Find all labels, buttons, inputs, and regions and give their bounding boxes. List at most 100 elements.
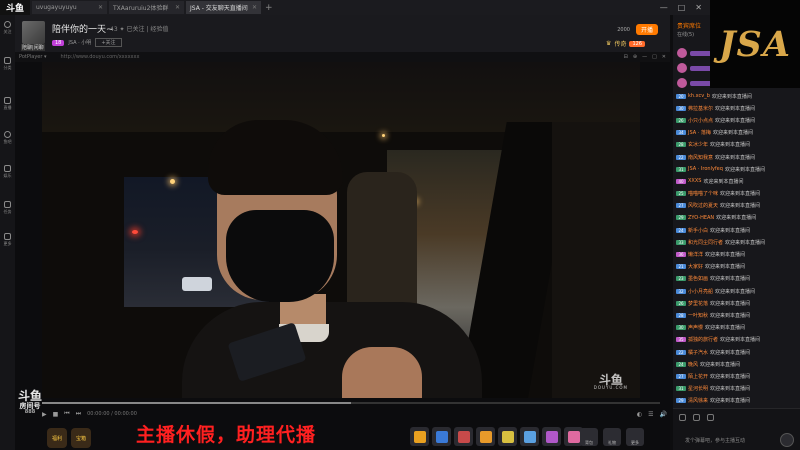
chat-input[interactable]: 发个弹幕吧，参与主播互动 <box>685 437 745 444</box>
chat-username[interactable]: 清风徐来 <box>688 397 708 404</box>
chat-message[interactable]: 30 弗拉基米尔 欢迎来到本直播间 <box>673 102 800 114</box>
chat-message[interactable]: 22 橘子汽水 欢迎来到本直播间 <box>673 346 800 358</box>
gift-item[interactable] <box>542 427 561 446</box>
chat-message[interactable]: 34 JSA · 落梅 欢迎来到本直播间 <box>673 127 800 139</box>
chat-username[interactable]: 懒洋洋 <box>688 251 703 258</box>
chat-username[interactable]: 孤独的旅行者 <box>688 336 718 343</box>
nav-fishbar[interactable]: 鱼吧 <box>0 131 15 145</box>
chat-message[interactable]: 28 玄冰少年 欢迎来到本直播间 <box>673 139 800 151</box>
gift-item[interactable] <box>476 427 495 446</box>
backpack-button[interactable]: 背包 <box>580 428 598 446</box>
chat-message[interactable]: 29 ZYO-HEAN 欢迎来到本直播间 <box>673 212 800 224</box>
chat-username[interactable]: 橘子汽水 <box>688 349 708 356</box>
chat-message[interactable]: 27 陌上花开 欢迎来到本直播间 <box>673 370 800 382</box>
nav-follow[interactable]: 关注 <box>0 21 15 35</box>
close-icon[interactable]: ✕ <box>662 54 666 60</box>
chat-username[interactable]: 陌上花开 <box>688 373 708 380</box>
more-gifts-button[interactable]: 更多 <box>626 428 644 446</box>
new-tab-button[interactable]: + <box>265 3 273 13</box>
maximize-icon[interactable]: □ <box>678 3 686 12</box>
chat-message[interactable]: 31 星河长明 欢迎来到本直播间 <box>673 383 800 395</box>
seek-bar[interactable] <box>42 402 660 404</box>
close-icon[interactable]: ✕ <box>98 4 103 11</box>
send-button[interactable] <box>780 433 794 447</box>
minimize-icon[interactable]: — <box>642 54 647 60</box>
chat-username[interactable]: 大家好 <box>688 263 703 270</box>
chat-username[interactable]: 新手小白 <box>688 227 708 234</box>
nav-category[interactable]: 分类 <box>0 57 15 71</box>
chat-message[interactable]: 24 晚风 欢迎来到本直播间 <box>673 358 800 370</box>
close-window-icon[interactable]: ✕ <box>695 3 702 12</box>
color-icon[interactable] <box>707 414 714 421</box>
chest-icon[interactable]: 宝箱 <box>71 428 91 448</box>
chat-message[interactable]: 23 墨色如画 欢迎来到本直播间 <box>673 273 800 285</box>
playlist-icon[interactable]: ☰ <box>648 411 653 418</box>
nav-more[interactable]: 更多 <box>0 233 15 247</box>
pip-icon[interactable]: ⊟ <box>624 54 628 60</box>
gift-item[interactable] <box>410 427 429 446</box>
chat-username[interactable]: 墨色如画 <box>688 275 708 282</box>
chat-username[interactable]: 南风知我意 <box>688 154 713 161</box>
chat-message[interactable]: 22 南风知我意 欢迎来到本直播间 <box>673 151 800 163</box>
chat-username[interactable]: 风吹过的夏天 <box>688 202 718 209</box>
douyu-logo[interactable]: 斗鱼 <box>0 0 30 15</box>
chat-username[interactable]: ZYO-HEAN <box>688 215 714 221</box>
chat-username[interactable]: XXXS <box>688 178 701 184</box>
avatar[interactable] <box>22 21 45 44</box>
chat-message[interactable]: 26 小只小点点 欢迎来到本直播间 <box>673 114 800 126</box>
chat-username[interactable]: 小只小点点 <box>688 117 713 124</box>
close-icon[interactable]: ✕ <box>175 4 180 11</box>
nav-live[interactable]: 直播 <box>0 97 15 111</box>
chat-username[interactable]: JSA · Ironlyfeq <box>688 166 723 172</box>
chat-message[interactable]: 20 kh.xcv_b 欢迎来到本直播间 <box>673 90 800 102</box>
prev-icon[interactable]: ⏮ <box>64 410 69 418</box>
welfare-icon[interactable]: 福利 <box>47 428 67 448</box>
follow-button[interactable]: +关注 <box>95 38 122 47</box>
tab-2[interactable]: TXAaruruiu2体验群 ✕ <box>109 1 184 14</box>
chat-username[interactable]: 星河长明 <box>688 385 708 392</box>
chat-message[interactable]: 40 XXXS 欢迎来到本直播间 <box>673 175 800 187</box>
gift-item[interactable] <box>432 427 451 446</box>
video-frame[interactable]: 斗鱼 DOUYU.COM <box>42 62 640 398</box>
chat-username[interactable]: 梦里花落 <box>688 300 708 307</box>
chat-message[interactable]: 25 喵喵喵了个咪 欢迎来到本直播间 <box>673 188 800 200</box>
chat-message[interactable]: 31 JSA · Ironlyfeq 欢迎来到本直播间 <box>673 163 800 175</box>
player-source[interactable]: PotPlayer ▾ <box>19 54 47 60</box>
gift-item[interactable] <box>454 427 473 446</box>
gift-item[interactable] <box>520 427 539 446</box>
chat-username[interactable]: 喵喵喵了个咪 <box>688 190 718 197</box>
chat-username[interactable]: 和光同尘同行者 <box>688 239 723 246</box>
chat-message[interactable]: 27 风吹过的夏天 欢迎来到本直播间 <box>673 200 800 212</box>
chat-username[interactable]: JSA · 落梅 <box>688 129 711 136</box>
pin-icon[interactable]: ⊕ <box>633 54 637 60</box>
stop-icon[interactable]: ■ <box>53 411 59 418</box>
chat-message[interactable]: 36 懒洋洋 欢迎来到本直播间 <box>673 248 800 260</box>
chat-message[interactable]: 35 孤独的旅行者 欢迎来到本直播间 <box>673 334 800 346</box>
start-live-button[interactable]: 开播 <box>635 24 658 35</box>
chat-message[interactable]: 26 梦里花落 欢迎来到本直播间 <box>673 297 800 309</box>
maximize-icon[interactable]: □ <box>652 54 657 60</box>
chat-username[interactable]: kh.xcv_b <box>688 93 710 99</box>
emoji-icon[interactable] <box>679 414 686 421</box>
tab-1[interactable]: uvugayuyuyu ✕ <box>32 1 107 14</box>
chat-username[interactable]: 一叶知秋 <box>688 312 708 319</box>
chat-message[interactable]: 33 和光同尘同行者 欢迎来到本直播间 <box>673 236 800 248</box>
tab-3[interactable]: JSA - 交友聊天直播间 ✕ <box>186 1 261 14</box>
volume-icon[interactable]: 🔊 <box>660 411 667 418</box>
chat-message[interactable]: 21 大家好 欢迎来到本直播间 <box>673 261 800 273</box>
chat-username[interactable]: 玄冰少年 <box>688 141 708 148</box>
chat-username[interactable]: 弗拉基米尔 <box>688 105 713 112</box>
close-icon[interactable]: ✕ <box>252 4 257 11</box>
nav-task[interactable]: 任务 <box>0 201 15 215</box>
nav-entertainment[interactable]: 娱乐 <box>0 165 15 179</box>
chat-message[interactable]: 28 一叶知秋 欢迎来到本直播间 <box>673 309 800 321</box>
minimize-icon[interactable]: — <box>660 3 668 12</box>
chat-message[interactable]: 24 新手小白 欢迎来到本直播间 <box>673 224 800 236</box>
chat-username[interactable]: 小小月亮船 <box>688 288 713 295</box>
gift-button[interactable]: 礼物 <box>603 428 621 446</box>
chat-message[interactable]: 29 清风徐来 欢迎来到本直播间 <box>673 395 800 407</box>
chat-username[interactable]: 声声慢 <box>688 324 703 331</box>
gift-item[interactable] <box>498 427 517 446</box>
chat-message[interactable]: 30 声声慢 欢迎来到本直播间 <box>673 322 800 334</box>
next-icon[interactable]: ⏭ <box>76 410 81 418</box>
